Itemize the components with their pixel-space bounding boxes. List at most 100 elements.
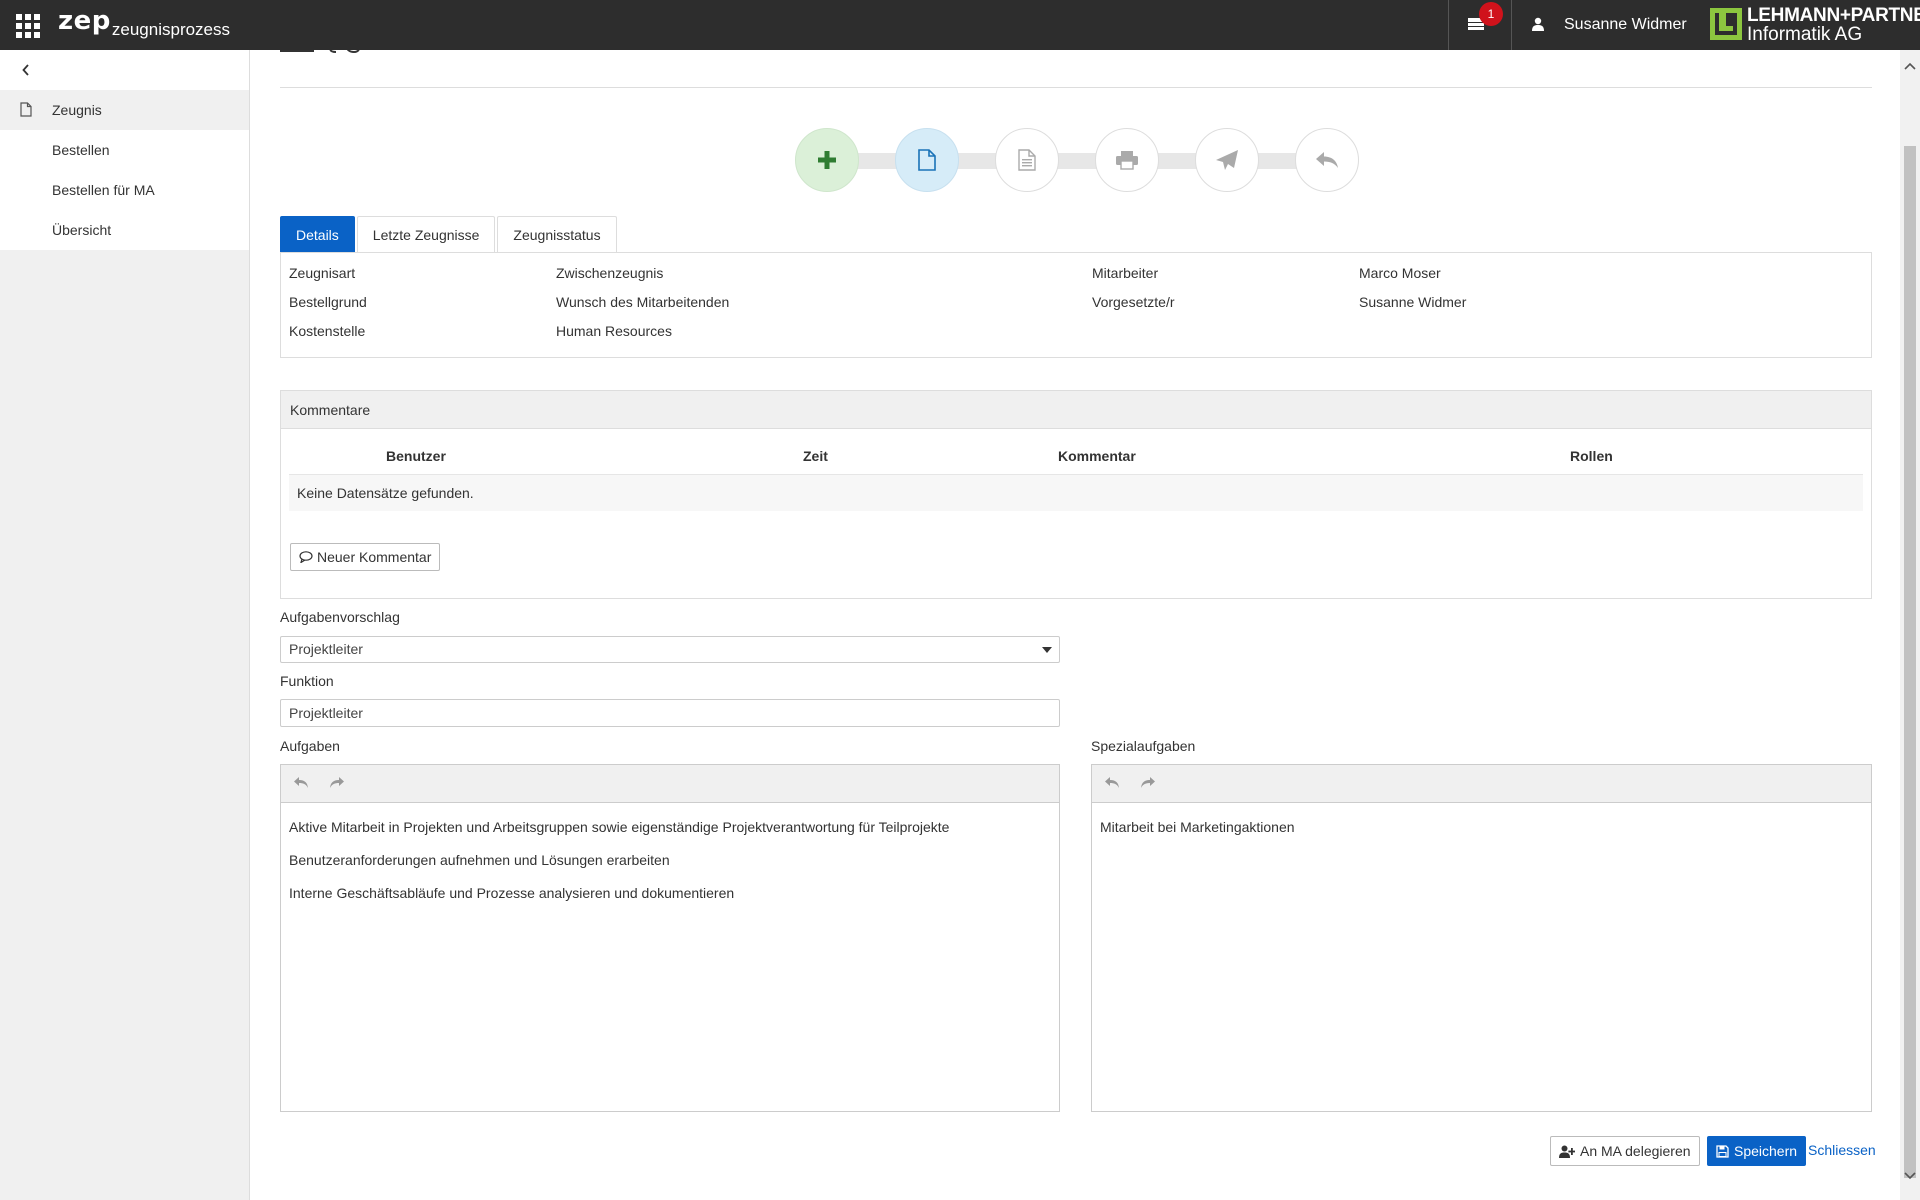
aufgabenvorschlag-select[interactable]: Projektleiter [280, 636, 1060, 663]
print-icon [1116, 151, 1138, 170]
aufgabe-item: Benutzeranforderungen aufnehmen und Lösu… [289, 852, 670, 868]
new-comment-button[interactable]: Neuer Kommentar [290, 543, 441, 571]
editor-content[interactable]: Mitarbeit bei Marketingaktionen [1092, 803, 1871, 868]
workflow-stepper [795, 128, 1359, 192]
column-header-zeit[interactable]: Zeit [803, 448, 828, 464]
step-create[interactable] [795, 128, 859, 192]
app-grid-icon[interactable] [16, 14, 40, 38]
aufgabe-item: Interne Geschäftsabläufe und Prozesse an… [289, 885, 735, 901]
tab-bar: Details Letzte Zeugnisse Zeugnisstatus [280, 216, 619, 253]
user-menu[interactable]: Susanne Widmer [1512, 0, 1700, 50]
detail-value-bestellgrund: Wunsch des Mitarbeitenden [556, 294, 730, 310]
user-icon [1532, 17, 1544, 31]
send-icon [1216, 150, 1238, 170]
scroll-up-icon[interactable] [1904, 62, 1916, 70]
delegate-label: An MA delegieren [1580, 1143, 1691, 1159]
app-subname: zeugnisprozess [111, 20, 231, 39]
caret-down-icon [1042, 647, 1052, 653]
table-empty-row: Keine Datensätze gefunden. [289, 475, 1863, 511]
detail-label-zeugnisart: Zeugnisart [289, 265, 356, 281]
company-logo: LEHMANN+PARTNER Informatik AG [1700, 0, 1920, 50]
detail-value-vorgesetzte: Susanne Widmer [1359, 294, 1467, 310]
new-comment-label: Neuer Kommentar [317, 549, 432, 565]
document-text-icon [1018, 149, 1036, 171]
detail-value-mitarbeiter: Marco Moser [1359, 265, 1441, 281]
notifications-button[interactable]: 1 [1449, 0, 1511, 50]
editor-toolbar [281, 765, 1059, 803]
sidebar-item-uebersicht[interactable]: Übersicht [0, 210, 249, 250]
save-icon [1716, 1144, 1729, 1158]
top-bar: zepzeugnisprozess 1 Susanne Widmer LEHMA… [0, 0, 1920, 50]
main-content: Details Letzte Zeugnisse Zeugnisstatus Z… [250, 50, 1900, 1200]
detail-label-mitarbeiter: Mitarbeiter [1092, 265, 1159, 281]
comment-icon [299, 551, 313, 563]
document-icon [918, 149, 936, 171]
tab-letzte-zeugnisse[interactable]: Letzte Zeugnisse [356, 216, 496, 253]
column-header-kommentar[interactable]: Kommentar [1058, 448, 1136, 464]
company-logo-icon [1710, 8, 1742, 40]
aufgabenvorschlag-label: Aufgabenvorschlag [280, 609, 400, 625]
detail-value-zeugnisart: Zwischenzeugnis [556, 265, 664, 281]
details-panel: Zeugnisart Zwischenzeugnis Bestellgrund … [280, 252, 1872, 358]
user-plus-icon [1559, 1145, 1575, 1158]
aufgaben-editor[interactable]: Aktive Mitarbeit in Projekten und Arbeit… [280, 764, 1060, 1112]
step-return[interactable] [1295, 128, 1359, 192]
step-document[interactable] [895, 128, 959, 192]
tab-zeugnisstatus[interactable]: Zeugnisstatus [497, 216, 617, 253]
detail-label-vorgesetzte: Vorgesetzte/r [1092, 294, 1175, 310]
spezialaufgaben-editor[interactable]: Mitarbeit bei Marketingaktionen [1091, 764, 1872, 1112]
comments-title: Kommentare [281, 391, 1871, 429]
spezialaufgabe-item: Mitarbeit bei Marketingaktionen [1100, 819, 1295, 835]
user-name: Susanne Widmer [1564, 16, 1687, 33]
sidebar-item-label: Übersicht [52, 222, 112, 238]
stepper-connector [1055, 153, 1099, 169]
aufgabe-item: Aktive Mitarbeit in Projekten und Arbeit… [289, 819, 950, 835]
editor-toolbar [1092, 765, 1871, 803]
table-header-row: Benutzer Zeit Kommentar Rollen [289, 437, 1863, 475]
sidebar-item-label: Bestellen [52, 142, 110, 158]
title-divider [280, 87, 1872, 88]
funktion-input[interactable] [280, 699, 1060, 727]
column-header-rollen[interactable]: Rollen [1570, 448, 1613, 464]
redo-icon[interactable] [329, 776, 345, 790]
logo-line-2: Informatik AG [1747, 24, 1863, 45]
stepper-connector [955, 153, 999, 169]
stepper-connector [1255, 153, 1299, 169]
scrollbar-thumb[interactable] [1904, 146, 1916, 1178]
close-link[interactable]: Schliessen [1808, 1142, 1876, 1158]
page-title-icon [280, 50, 360, 54]
sidebar-collapse-button[interactable] [0, 50, 249, 90]
app-brand[interactable]: zepzeugnisprozess [58, 6, 231, 39]
chevron-left-icon [22, 64, 29, 76]
detail-label-kostenstelle: Kostenstelle [289, 323, 366, 339]
column-header-benutzer[interactable]: Benutzer [386, 448, 446, 464]
detail-value-kostenstelle: Human Resources [556, 323, 672, 339]
select-value: Projektleiter [289, 641, 363, 657]
sidebar-item-zeugnis[interactable]: Zeugnis [0, 90, 249, 130]
sidebar-item-bestellen[interactable]: Bestellen [0, 130, 249, 170]
detail-label-bestellgrund: Bestellgrund [289, 294, 367, 310]
step-send[interactable] [1195, 128, 1259, 192]
save-button[interactable]: Speichern [1707, 1136, 1807, 1166]
step-review[interactable] [995, 128, 1059, 192]
app-name: zep [58, 6, 111, 36]
reply-icon [1316, 152, 1338, 168]
sidebar-menu: Zeugnis Bestellen Bestellen für MA Übers… [0, 50, 249, 250]
plus-icon [818, 151, 836, 169]
undo-icon[interactable] [1104, 776, 1120, 790]
sidebar-item-bestellen-fuer-ma[interactable]: Bestellen für MA [0, 170, 249, 210]
step-print[interactable] [1095, 128, 1159, 192]
page-scrollbar[interactable] [1900, 50, 1920, 1200]
delegate-button[interactable]: An MA delegieren [1550, 1136, 1700, 1166]
funktion-label: Funktion [280, 673, 334, 689]
document-icon [20, 102, 32, 117]
editor-content[interactable]: Aktive Mitarbeit in Projekten und Arbeit… [281, 803, 1059, 934]
stepper-connector [855, 153, 899, 169]
scroll-down-icon[interactable] [1904, 1172, 1916, 1180]
tab-details[interactable]: Details [280, 216, 355, 253]
undo-icon[interactable] [293, 776, 309, 790]
redo-icon[interactable] [1140, 776, 1156, 790]
sidebar: Zeugnis Bestellen Bestellen für MA Übers… [0, 50, 250, 1200]
comments-panel: Kommentare Benutzer Zeit Kommentar Rolle… [280, 390, 1872, 599]
notification-badge: 1 [1479, 2, 1503, 26]
